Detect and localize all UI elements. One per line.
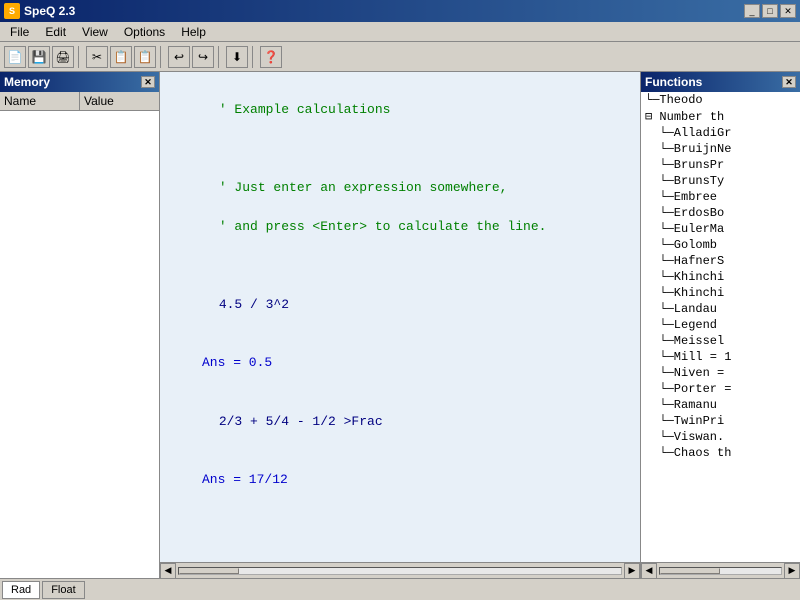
menu-edit[interactable]: Edit xyxy=(37,23,74,41)
functions-tree[interactable]: └─Theodo ⊟ Number th └─AlladiGr └─Bruijn… xyxy=(641,92,800,562)
line-3: ' Just enter an expression somewhere, xyxy=(219,180,508,195)
functions-scroll-right[interactable]: ▶ xyxy=(784,563,800,579)
tree-item-0[interactable]: └─Theodo xyxy=(641,92,800,108)
tree-item-13[interactable]: └─Landau xyxy=(641,301,800,317)
maximize-button[interactable]: □ xyxy=(762,4,778,18)
title-bar-buttons: _ □ ✕ xyxy=(744,4,796,18)
main-layout: Memory ✕ Name Value ' Example calculatio… xyxy=(0,72,800,578)
line-9: Ans = 17/12 xyxy=(172,470,628,490)
tree-item-19[interactable]: └─Ramanu xyxy=(641,397,800,413)
toolbar-sep-2 xyxy=(160,46,164,68)
new-button[interactable]: 📄 xyxy=(4,46,26,68)
functions-scroll-left[interactable]: ◀ xyxy=(641,563,657,579)
memory-col-name: Name xyxy=(0,92,80,110)
menu-help[interactable]: Help xyxy=(173,23,214,41)
app-icon: S xyxy=(4,3,20,19)
tree-item-14[interactable]: └─Legend xyxy=(641,317,800,333)
menu-options[interactable]: Options xyxy=(116,23,173,41)
memory-panel: Memory ✕ Name Value xyxy=(0,72,160,578)
functions-title: Functions xyxy=(645,75,702,89)
undo-button[interactable]: ↩ xyxy=(168,46,190,68)
title-bar: S SpeQ 2.3 _ □ ✕ xyxy=(0,0,800,22)
functions-close-button[interactable]: ✕ xyxy=(782,76,796,88)
memory-title-bar: Memory ✕ xyxy=(0,72,159,92)
functions-scrollbar[interactable]: ◀ ▶ xyxy=(641,562,800,578)
print-button[interactable]: 🖨 xyxy=(52,46,74,68)
help-button[interactable]: ❓ xyxy=(260,46,282,68)
tree-item-21[interactable]: └─Viswan. xyxy=(641,429,800,445)
tree-item-20[interactable]: └─TwinPri xyxy=(641,413,800,429)
close-button[interactable]: ✕ xyxy=(780,4,796,18)
menu-view[interactable]: View xyxy=(74,23,116,41)
app-title: SpeQ 2.3 xyxy=(24,4,75,18)
status-tab-float[interactable]: Float xyxy=(42,581,84,599)
line-6: 4.5 / 3^2 xyxy=(219,297,289,312)
editor-content[interactable]: ' Example calculations ' Just enter an e… xyxy=(160,72,640,562)
functions-scroll-thumb[interactable] xyxy=(660,568,720,574)
scroll-thumb[interactable] xyxy=(179,568,239,574)
download-button[interactable]: ⬇ xyxy=(226,46,248,68)
tree-item-8[interactable]: └─EulerMa xyxy=(641,221,800,237)
menu-file[interactable]: File xyxy=(2,23,37,41)
status-bar: Rad Float xyxy=(0,578,800,600)
tree-item-6[interactable]: └─Embree xyxy=(641,189,800,205)
tree-item-10[interactable]: └─HafnerS xyxy=(641,253,800,269)
menu-bar: File Edit View Options Help xyxy=(0,22,800,42)
scroll-right-arrow[interactable]: ▶ xyxy=(624,563,640,579)
editor-panel: ' Example calculations ' Just enter an e… xyxy=(160,72,640,578)
paste-button[interactable]: 📋 xyxy=(134,46,156,68)
scroll-track[interactable] xyxy=(178,567,622,575)
line-4: ' and press <Enter> to calculate the lin… xyxy=(219,219,547,234)
line-8: 2/3 + 5/4 - 1/2 >Frac xyxy=(219,414,383,429)
memory-table-header: Name Value xyxy=(0,92,159,111)
save-button[interactable]: 💾 xyxy=(28,46,50,68)
tree-item-2[interactable]: └─AlladiGr xyxy=(641,125,800,141)
cut-button[interactable]: ✂ xyxy=(86,46,108,68)
line-1: ' Example calculations xyxy=(219,102,391,117)
horizontal-scrollbar[interactable]: ◀ ▶ xyxy=(160,562,640,578)
line-7: Ans = 0.5 xyxy=(172,353,628,373)
functions-panel: Functions ✕ └─Theodo ⊟ Number th └─Allad… xyxy=(640,72,800,578)
tree-item-12[interactable]: └─Khinchi xyxy=(641,285,800,301)
tree-item-16[interactable]: └─Mill = 1 xyxy=(641,349,800,365)
tree-item-15[interactable]: └─Meissel xyxy=(641,333,800,349)
memory-title: Memory xyxy=(4,75,50,89)
tree-item-18[interactable]: └─Porter = xyxy=(641,381,800,397)
scroll-left-arrow[interactable]: ◀ xyxy=(160,563,176,579)
toolbar: 📄 💾 🖨 ✂ 📋 📋 ↩ ↪ ⬇ ❓ xyxy=(0,42,800,72)
memory-col-value: Value xyxy=(80,92,159,110)
tree-item-7[interactable]: └─ErdosBo xyxy=(641,205,800,221)
redo-button[interactable]: ↪ xyxy=(192,46,214,68)
functions-scroll-track[interactable] xyxy=(659,567,782,575)
memory-content xyxy=(0,111,159,578)
tree-item-22[interactable]: └─Chaos th xyxy=(641,445,800,461)
tree-item-4[interactable]: └─BrunsPr xyxy=(641,157,800,173)
tree-item-9[interactable]: └─Golomb xyxy=(641,237,800,253)
memory-close-button[interactable]: ✕ xyxy=(141,76,155,88)
toolbar-sep-4 xyxy=(252,46,256,68)
toolbar-sep-3 xyxy=(218,46,222,68)
tree-item-11[interactable]: └─Khinchi xyxy=(641,269,800,285)
tree-item-1[interactable]: ⊟ Number th xyxy=(641,108,800,125)
minimize-button[interactable]: _ xyxy=(744,4,760,18)
tree-item-5[interactable]: └─BrunsTy xyxy=(641,173,800,189)
tree-item-3[interactable]: └─BruijnNe xyxy=(641,141,800,157)
toolbar-sep-1 xyxy=(78,46,82,68)
tree-item-17[interactable]: └─Niven = xyxy=(641,365,800,381)
status-tab-rad[interactable]: Rad xyxy=(2,581,40,599)
copy-button[interactable]: 📋 xyxy=(110,46,132,68)
functions-title-bar: Functions ✕ xyxy=(641,72,800,92)
